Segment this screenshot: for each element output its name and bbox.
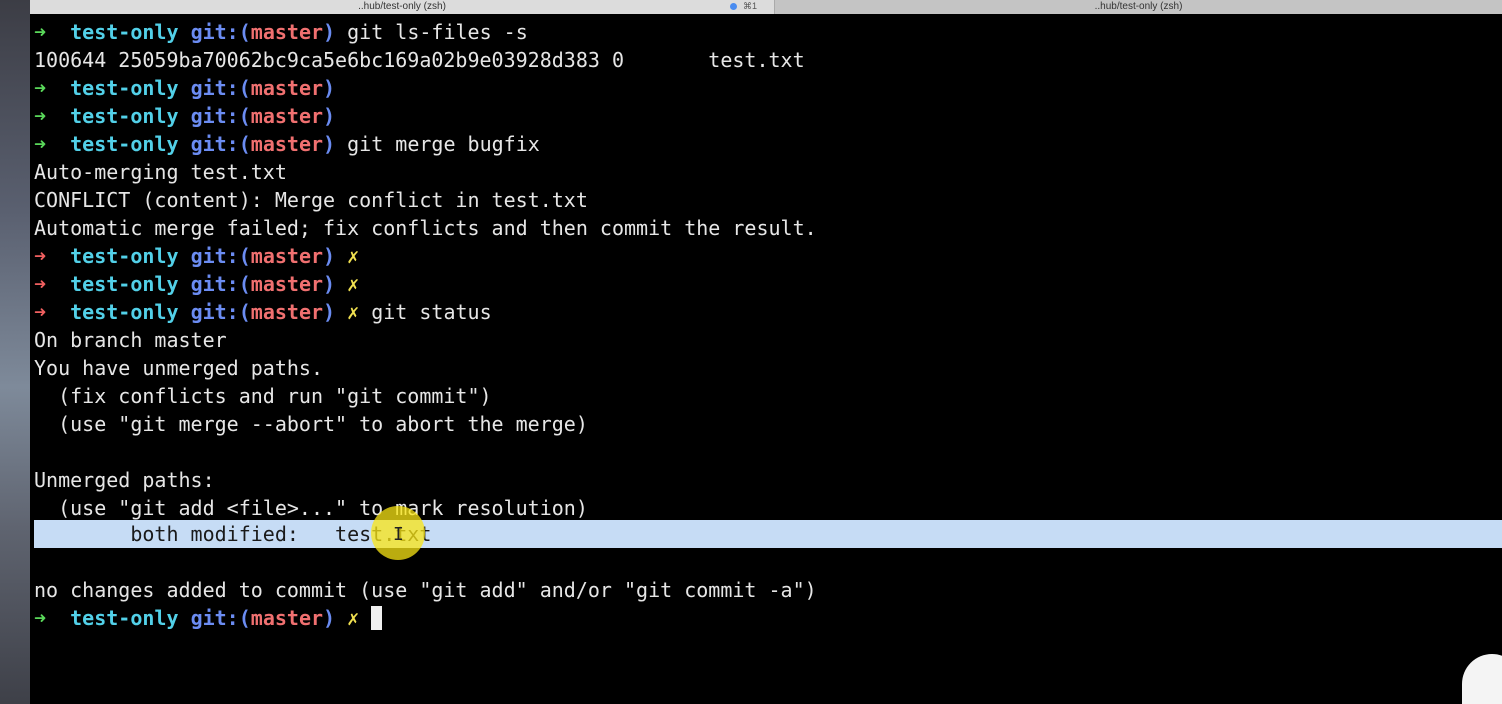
prompt-arrow-icon: ➜ <box>34 132 47 156</box>
prompt-git-close: ) <box>323 76 336 100</box>
output-line: Unmerged paths: <box>34 468 215 492</box>
terminal-tab-bar: ..hub/test-only (zsh) ⌘1 ..hub/test-only… <box>30 0 1502 14</box>
dirty-mark-icon: ✗ <box>347 244 360 268</box>
prompt-dir: test-only <box>70 300 179 324</box>
prompt-git-label: git:( <box>190 244 251 268</box>
output-line: CONFLICT (content): Merge conflict in te… <box>34 188 588 212</box>
prompt-dir: test-only <box>70 606 179 630</box>
prompt-dir: test-only <box>70 104 179 128</box>
prompt-line: ➜ test-only git:(master) git merge bugfi… <box>34 130 540 158</box>
prompt-branch: master <box>250 606 324 630</box>
prompt-arrow-icon: ➜ <box>34 244 47 268</box>
prompt-line: ➜ test-only git:(master) git ls-files -s <box>34 18 528 46</box>
prompt-dir: test-only <box>70 20 179 44</box>
prompt-line: ➜ test-only git:(master) <box>34 102 335 130</box>
output-line: 100644 25059ba70062bc9ca5e6bc169a02b9e03… <box>34 48 805 72</box>
prompt-git-label: git:( <box>190 132 251 156</box>
command-text: git merge bugfix <box>347 132 540 156</box>
prompt-dir: test-only <box>70 76 179 100</box>
prompt-branch: master <box>250 300 324 324</box>
prompt-arrow-icon: ➜ <box>34 606 47 630</box>
prompt-branch: master <box>250 20 324 44</box>
prompt-line: ➜ test-only git:(master) <box>34 74 335 102</box>
dirty-mark-icon: ✗ <box>347 606 360 630</box>
prompt-dir: test-only <box>70 272 179 296</box>
prompt-branch: master <box>250 104 324 128</box>
tab-inactive-title: ..hub/test-only (zsh) <box>1094 1 1183 12</box>
prompt-git-label: git:( <box>190 300 251 324</box>
prompt-git-close: ) <box>323 244 336 268</box>
output-line: (fix conflicts and run "git commit") <box>34 384 492 408</box>
output-line: Auto-merging test.txt <box>34 160 287 184</box>
output-line: You have unmerged paths. <box>34 356 323 380</box>
tab-active[interactable]: ..hub/test-only (zsh) ⌘1 <box>30 0 775 14</box>
prompt-line-dirty: ➜ test-only git:(master) ✗ <box>34 242 359 270</box>
prompt-line-dirty: ➜ test-only git:(master) ✗ git status <box>34 298 492 326</box>
prompt-branch: master <box>250 272 324 296</box>
output-line: Automatic merge failed; fix conflicts an… <box>34 216 817 240</box>
terminal-output[interactable]: ➜ test-only git:(master) git ls-files -s… <box>30 14 1502 704</box>
tab-active-title: ..hub/test-only (zsh) <box>358 1 446 12</box>
prompt-git-close: ) <box>323 300 336 324</box>
prompt-git-label: git:( <box>190 606 251 630</box>
prompt-arrow-icon: ➜ <box>34 20 47 44</box>
prompt-branch: master <box>250 244 324 268</box>
prompt-git-label: git:( <box>190 20 251 44</box>
output-line: On branch master <box>34 328 227 352</box>
prompt-git-label: git:( <box>190 76 251 100</box>
screen: ..hub/test-only (zsh) ⌘1 ..hub/test-only… <box>0 0 1502 704</box>
output-line: no changes added to commit (use "git add… <box>34 578 817 602</box>
ibeam-cursor-icon: I <box>393 524 404 545</box>
command-text: git status <box>371 300 492 324</box>
prompt-git-close: ) <box>323 606 336 630</box>
prompt-branch: master <box>250 132 324 156</box>
dirty-mark-icon: ✗ <box>347 272 360 296</box>
tab-shortcut: ⌘1 <box>743 1 758 11</box>
prompt-git-close: ) <box>323 104 336 128</box>
prompt-git-label: git:( <box>190 272 251 296</box>
output-line: (use "git add <file>..." to mark resolut… <box>34 496 588 520</box>
prompt-arrow-icon: ➜ <box>34 300 47 324</box>
prompt-line-dirty: ➜ test-only git:(master) ✗ <box>34 270 359 298</box>
prompt-arrow-icon: ➜ <box>34 104 47 128</box>
prompt-git-close: ) <box>323 272 336 296</box>
tab-inactive[interactable]: ..hub/test-only (zsh) <box>775 0 1502 14</box>
prompt-git-close: ) <box>323 132 336 156</box>
prompt-branch: master <box>250 76 324 100</box>
text-cursor-icon <box>371 606 383 630</box>
prompt-git-close: ) <box>323 20 336 44</box>
active-prompt-line[interactable]: ➜ test-only git:(master) ✗ <box>34 604 383 632</box>
prompt-dir: test-only <box>70 244 179 268</box>
tab-activity-dot-icon <box>730 3 737 10</box>
dirty-mark-icon: ✗ <box>347 300 360 324</box>
prompt-git-label: git:( <box>190 104 251 128</box>
output-line: (use "git merge --abort" to abort the me… <box>34 412 588 436</box>
command-text: git ls-files -s <box>347 20 528 44</box>
prompt-arrow-icon: ➜ <box>34 272 47 296</box>
prompt-dir: test-only <box>70 132 179 156</box>
prompt-arrow-icon: ➜ <box>34 76 47 100</box>
desktop-background-strip <box>0 0 30 704</box>
